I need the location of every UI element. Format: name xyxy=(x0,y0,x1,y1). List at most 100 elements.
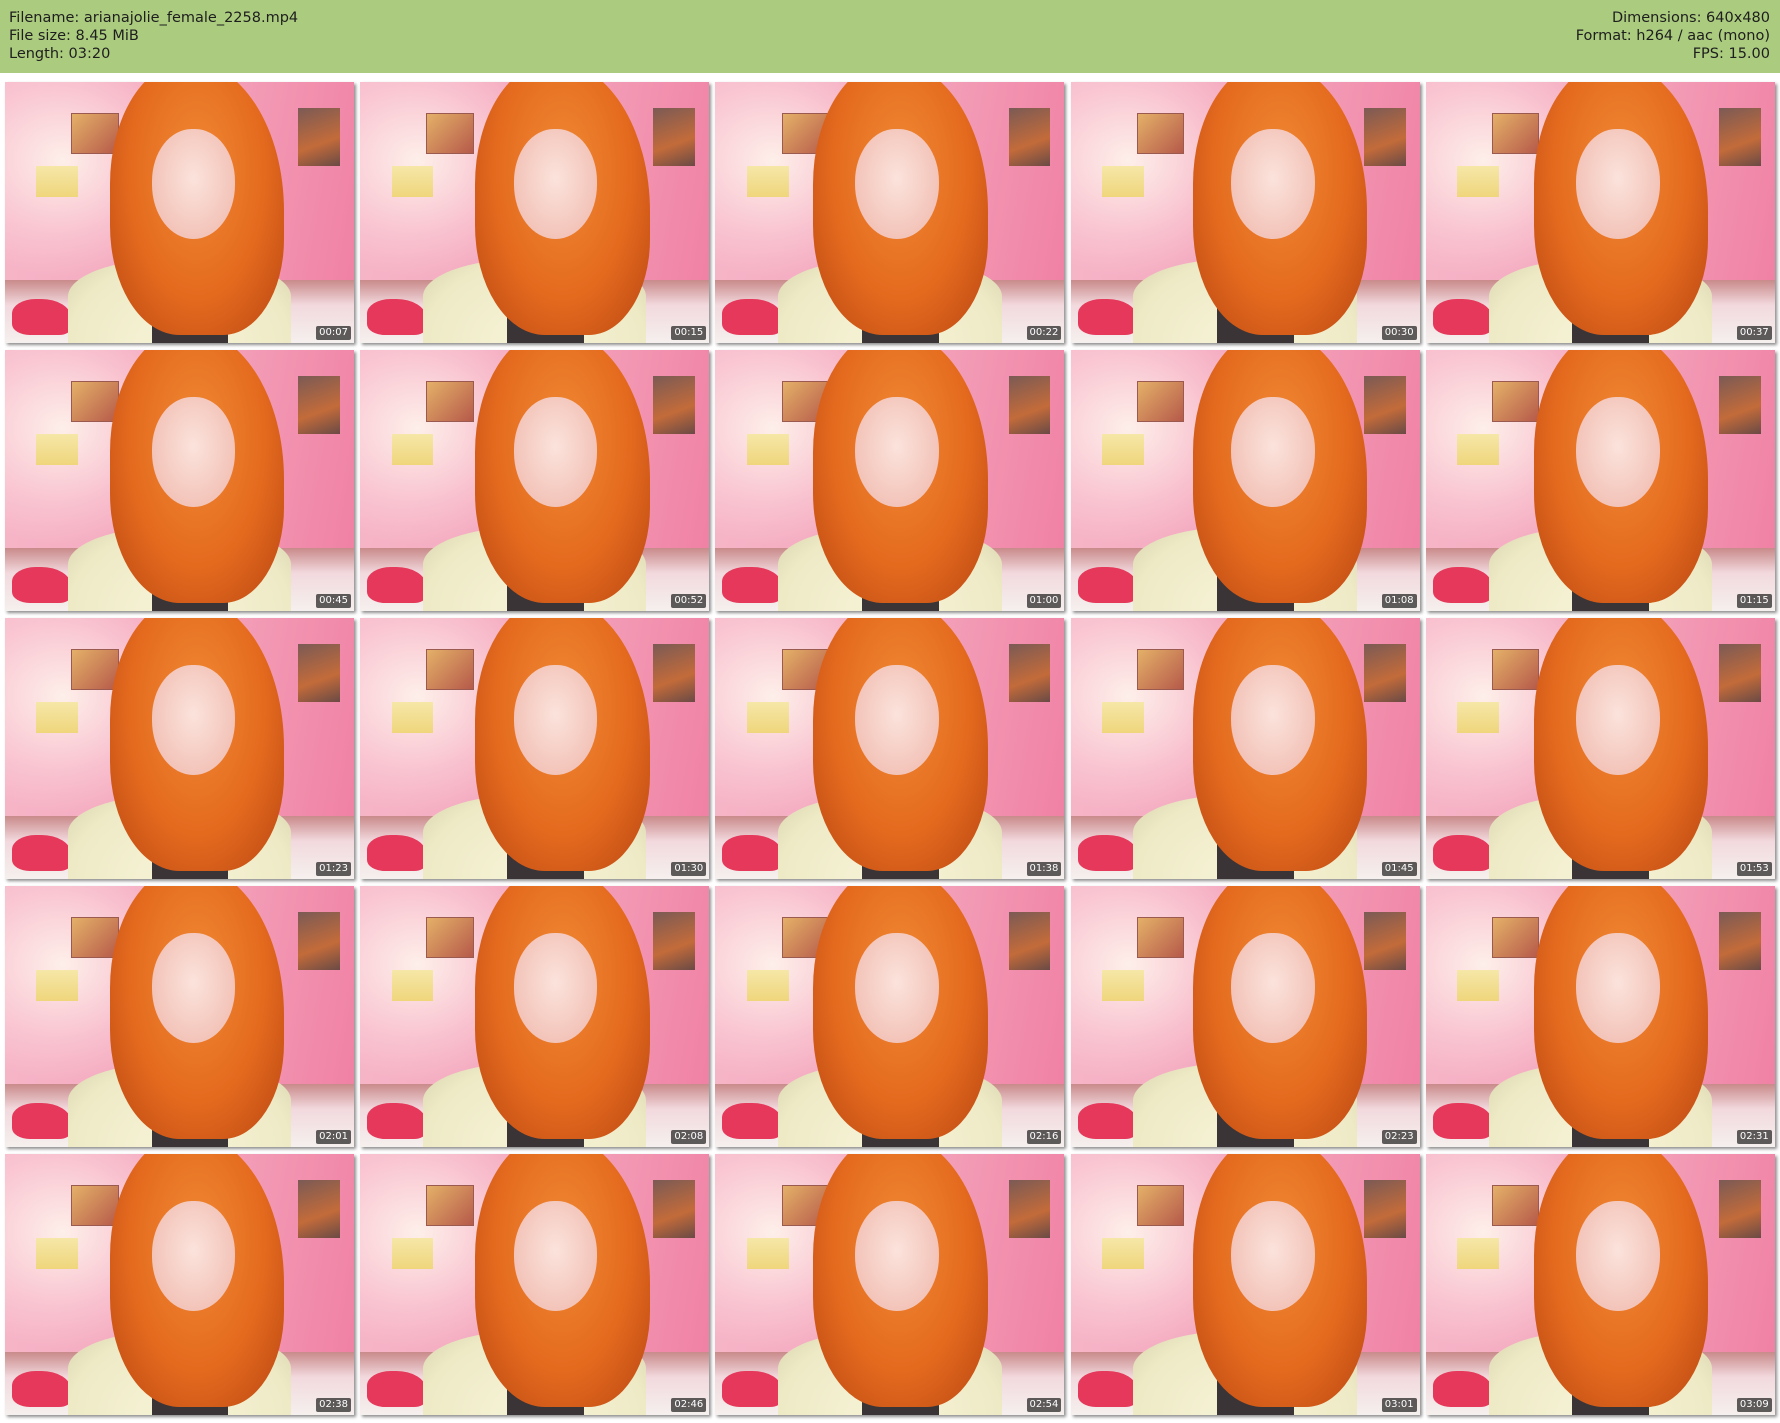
video-thumbnail[interactable]: 00:22 xyxy=(715,82,1065,343)
timestamp-label: 02:16 xyxy=(1026,1130,1062,1144)
dimensions-label: Dimensions: 640x480 xyxy=(1611,10,1770,26)
frame-poster2 xyxy=(653,912,696,970)
frame-pillow xyxy=(367,566,427,604)
frame-poster1 xyxy=(71,917,119,959)
video-thumbnail[interactable]: 01:08 xyxy=(1070,350,1420,611)
frame-poster3 xyxy=(1457,701,1500,733)
frame-pillow xyxy=(1077,1102,1137,1140)
video-thumbnail[interactable]: 01:53 xyxy=(1425,618,1775,879)
frame-poster3 xyxy=(1457,969,1500,1001)
frame-face xyxy=(1575,1200,1660,1311)
timestamp-label: 03:09 xyxy=(1736,1398,1772,1412)
video-thumbnail[interactable]: 00:52 xyxy=(360,350,710,611)
frame-poster1 xyxy=(1492,917,1540,959)
frame-poster3 xyxy=(746,701,789,733)
timestamp-label: 02:01 xyxy=(316,1130,351,1144)
frame-poster1 xyxy=(1492,381,1540,423)
frame-pillow xyxy=(1432,298,1493,336)
video-thumbnail[interactable]: 02:01 xyxy=(5,886,354,1147)
video-thumbnail[interactable]: 02:31 xyxy=(1425,886,1775,1147)
timestamp-label: 01:08 xyxy=(1381,594,1417,608)
frame-poster3 xyxy=(391,433,434,465)
video-thumbnail[interactable]: 00:45 xyxy=(5,350,354,611)
frame-pillow xyxy=(367,1370,427,1408)
frame-poster3 xyxy=(1457,433,1500,465)
frame-poster1 xyxy=(71,649,119,691)
timestamp-label: 02:31 xyxy=(1736,1130,1772,1144)
frame-poster2 xyxy=(1008,644,1051,702)
frame-pillow xyxy=(367,298,427,336)
video-thumbnail[interactable]: 02:16 xyxy=(715,886,1065,1147)
frame-poster1 xyxy=(1492,649,1540,691)
frame-pillow xyxy=(1432,1102,1493,1140)
frame-pillow xyxy=(11,1102,72,1140)
frame-poster2 xyxy=(298,644,341,702)
frame-poster3 xyxy=(36,165,79,197)
frame-face xyxy=(151,396,236,507)
video-thumbnail[interactable]: 02:08 xyxy=(360,886,710,1147)
filesize-label: File size: 8.45 MiB xyxy=(9,28,139,44)
video-thumbnail[interactable]: 00:30 xyxy=(1070,82,1420,343)
frame-face xyxy=(151,128,236,239)
frame-pillow xyxy=(722,834,782,872)
frame-poster1 xyxy=(426,917,474,959)
frame-poster2 xyxy=(298,108,341,166)
frame-face xyxy=(513,128,598,239)
video-thumbnail[interactable]: 01:38 xyxy=(715,618,1065,879)
frame-poster2 xyxy=(1363,376,1406,434)
video-thumbnail[interactable]: 02:23 xyxy=(1070,886,1420,1147)
timestamp-label: 02:08 xyxy=(671,1130,707,1144)
frame-poster3 xyxy=(1101,433,1144,465)
frame-pillow xyxy=(722,566,782,604)
frame-pillow xyxy=(1432,1370,1493,1408)
timestamp-label: 00:52 xyxy=(671,594,707,608)
video-thumbnail[interactable]: 01:00 xyxy=(715,350,1065,611)
frame-poster2 xyxy=(298,912,341,970)
frame-poster1 xyxy=(71,381,119,423)
frame-poster1 xyxy=(426,649,474,691)
frame-poster3 xyxy=(36,701,79,733)
video-thumbnail[interactable]: 01:15 xyxy=(1425,350,1775,611)
video-thumbnail[interactable]: 01:30 xyxy=(360,618,710,879)
frame-poster2 xyxy=(1008,108,1051,166)
frame-pillow xyxy=(367,1102,427,1140)
timestamp-label: 01:45 xyxy=(1381,862,1417,876)
frame-face xyxy=(854,932,939,1043)
video-thumbnail[interactable]: 03:09 xyxy=(1425,1154,1775,1415)
frame-poster2 xyxy=(1718,376,1761,434)
timestamp-label: 01:30 xyxy=(671,862,707,876)
frame-face xyxy=(1575,128,1660,239)
frame-poster3 xyxy=(746,1237,789,1269)
video-thumbnail[interactable]: 02:54 xyxy=(715,1154,1065,1415)
video-thumbnail[interactable]: 01:45 xyxy=(1070,618,1420,879)
frame-poster2 xyxy=(1008,1180,1051,1238)
video-thumbnail[interactable]: 02:46 xyxy=(360,1154,710,1415)
timestamp-label: 02:38 xyxy=(316,1398,351,1412)
video-thumbnail[interactable]: 00:07 xyxy=(5,82,354,343)
frame-face xyxy=(151,932,236,1043)
info-right: Dimensions: 640x480 Format: h264 / aac (… xyxy=(1576,9,1770,63)
video-thumbnail[interactable]: 00:15 xyxy=(360,82,710,343)
frame-face xyxy=(854,1200,939,1311)
frame-pillow xyxy=(367,834,427,872)
video-thumbnail[interactable]: 01:23 xyxy=(5,618,354,879)
frame-poster2 xyxy=(1718,1180,1761,1238)
frame-poster1 xyxy=(426,1185,474,1227)
timestamp-label: 01:00 xyxy=(1026,594,1062,608)
frame-poster3 xyxy=(1101,701,1144,733)
frame-face xyxy=(1575,396,1660,507)
frame-pillow xyxy=(1077,1370,1137,1408)
frame-poster3 xyxy=(36,433,79,465)
frame-poster2 xyxy=(298,1180,341,1238)
frame-poster2 xyxy=(1718,108,1761,166)
frame-poster3 xyxy=(391,701,434,733)
frame-pillow xyxy=(1077,834,1137,872)
video-thumbnail[interactable]: 02:38 xyxy=(5,1154,354,1415)
video-thumbnail[interactable]: 00:37 xyxy=(1425,82,1775,343)
frame-poster2 xyxy=(653,108,696,166)
frame-poster3 xyxy=(1101,1237,1144,1269)
frame-poster3 xyxy=(36,1237,79,1269)
frame-poster3 xyxy=(391,165,434,197)
timestamp-label: 01:15 xyxy=(1736,594,1772,608)
video-thumbnail[interactable]: 03:01 xyxy=(1070,1154,1420,1415)
